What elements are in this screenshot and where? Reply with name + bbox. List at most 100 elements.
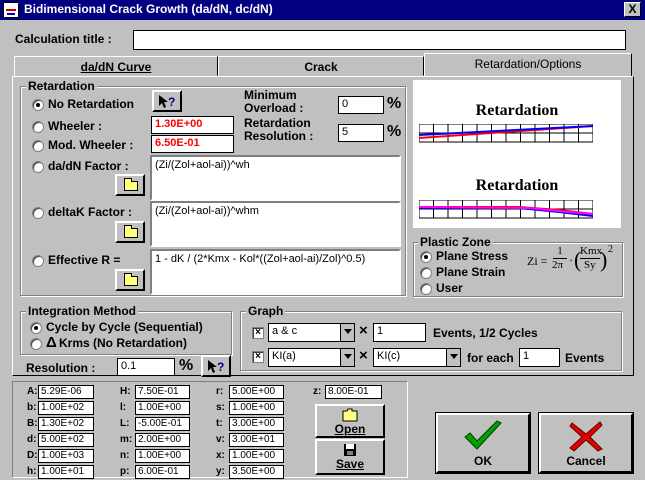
integration-resolution-label: Resolution : xyxy=(26,361,96,375)
delta-symbol: Δ xyxy=(46,334,57,351)
integration-resolution-input[interactable]: 0.1 xyxy=(117,358,175,376)
ok-button[interactable]: OK xyxy=(436,413,530,473)
wheeler-label: Wheeler : xyxy=(48,119,103,133)
preview-1-graph xyxy=(419,124,593,143)
for-each-label: for each xyxy=(467,351,514,365)
chevron-down-icon[interactable] xyxy=(340,349,354,366)
dadn-factor-textarea[interactable]: (Zi/(Zol+aol-ai))^wh xyxy=(150,155,401,201)
user-radio[interactable] xyxy=(420,283,432,295)
folder-icon xyxy=(342,408,358,422)
folder-icon xyxy=(124,225,138,238)
param-value-input[interactable]: 3.00E+01 xyxy=(229,433,284,447)
graph-row2-combo-1[interactable]: KI(a) xyxy=(268,348,355,367)
effective-r-open-button[interactable] xyxy=(115,269,145,291)
deltak-factor-textarea[interactable]: (Zi/(Zol+aol-ai))^whm xyxy=(150,201,401,247)
cancel-button[interactable]: Cancel xyxy=(539,413,633,473)
retardation-resolution-input[interactable]: 5 xyxy=(338,124,384,142)
param-z-value-input[interactable]: 8.00E-01 xyxy=(325,385,382,399)
param-value-input[interactable]: 5.29E-06 xyxy=(38,385,94,399)
effective-r-radio[interactable] xyxy=(32,255,44,267)
param-value-input[interactable]: 5.00E+02 xyxy=(38,433,94,447)
param-name: b: xyxy=(27,402,37,413)
param-value-input[interactable]: 5.00E+00 xyxy=(229,385,284,399)
plane-strain-radio[interactable] xyxy=(420,267,432,279)
graph-row2-combo-2[interactable]: KI(c) xyxy=(373,348,461,367)
calc-title-label: Calculation title : xyxy=(15,32,112,46)
resolution-help-button[interactable]: ? xyxy=(201,355,231,377)
param-value-input[interactable]: 3.00E+00 xyxy=(229,417,284,431)
tab-retardation-options[interactable]: Retardation/Options xyxy=(424,53,632,77)
folder-icon xyxy=(124,178,138,191)
param-name: D: xyxy=(27,450,38,461)
preview-1-title: Retardation xyxy=(475,102,559,119)
param-value-input[interactable]: 1.00E+00 xyxy=(229,449,284,463)
param-value-input[interactable]: 1.00E+00 xyxy=(135,449,190,463)
param-name: z: xyxy=(313,386,322,397)
graph-row1-combo[interactable]: a & c xyxy=(268,323,355,342)
min-overload-input[interactable]: 0 xyxy=(338,96,384,114)
retardation-resolution-percent: % xyxy=(387,123,402,140)
param-value-input[interactable]: 1.00E+03 xyxy=(38,449,94,463)
app-icon xyxy=(3,2,19,18)
param-name: x: xyxy=(216,450,225,461)
graph-row2-checkbox[interactable]: × xyxy=(252,351,264,363)
param-value-input[interactable]: 6.00E-01 xyxy=(135,465,190,479)
param-value-input[interactable]: -5.00E-01 xyxy=(135,417,190,431)
deltak-factor-radio[interactable] xyxy=(32,207,44,219)
param-value-input[interactable]: 1.30E+02 xyxy=(38,417,94,431)
help-pointer-icon: ? xyxy=(159,95,175,109)
param-name: l: xyxy=(120,402,127,413)
param-value-input[interactable]: 1.00E+01 xyxy=(38,465,94,479)
wheeler-value-input[interactable]: 1.30E+00 xyxy=(151,116,234,134)
retardation-preview-panel: Retardation Retardation xyxy=(413,80,621,228)
deltak-factor-open-button[interactable] xyxy=(115,221,145,243)
param-name: s: xyxy=(216,402,225,413)
param-value-input[interactable]: 1.00E+00 xyxy=(229,401,284,415)
dadn-factor-open-button[interactable] xyxy=(115,174,145,196)
calc-title-input[interactable] xyxy=(133,30,626,50)
krms-label: Krms (No Retardation) xyxy=(59,336,188,350)
svg-text:?: ? xyxy=(168,95,175,109)
param-name: v: xyxy=(216,434,225,445)
graph-row1-checkbox[interactable]: × xyxy=(252,327,264,339)
param-value-input[interactable]: 1.00E+00 xyxy=(135,401,190,415)
cycle-by-cycle-label: Cycle by Cycle (Sequential) xyxy=(46,320,203,334)
chevron-down-icon[interactable] xyxy=(446,349,460,366)
effective-r-textarea[interactable]: 1 - dK / (2*Kmx - Kol*((Zol+aol-ai)/Zol)… xyxy=(150,249,401,295)
param-value-input[interactable]: 3.50E+00 xyxy=(229,465,284,479)
help-pointer-button[interactable]: ? xyxy=(152,90,182,112)
plastic-zone-formula: Zi = 1 2π · ( Kmx Sy ) 2 xyxy=(527,244,613,272)
param-name: p: xyxy=(120,466,130,477)
integration-resolution-percent: % xyxy=(179,357,194,374)
tab-dadn-curve[interactable]: da/dN Curve xyxy=(14,56,218,76)
checkmark-icon xyxy=(464,420,502,450)
effective-r-label: Effective R = xyxy=(48,253,121,267)
param-name: H: xyxy=(120,386,131,397)
no-retardation-label: No Retardation xyxy=(48,97,135,111)
param-name: A: xyxy=(27,386,38,397)
param-name: h: xyxy=(27,466,37,477)
chevron-down-icon[interactable] xyxy=(340,324,354,341)
graph-row2-events-input[interactable]: 1 xyxy=(519,348,560,367)
mod-wheeler-value-input[interactable]: 6.50E-01 xyxy=(151,135,234,153)
param-value-input[interactable]: 7.50E-01 xyxy=(135,385,190,399)
save-button[interactable]: Save xyxy=(315,439,385,475)
param-name: B: xyxy=(27,418,38,429)
folder-icon xyxy=(124,273,138,286)
tab-crack[interactable]: Crack xyxy=(218,56,424,76)
param-name: t: xyxy=(216,418,223,429)
param-value-input[interactable]: 2.00E+00 xyxy=(135,433,190,447)
close-button[interactable]: X xyxy=(624,2,641,17)
open-button[interactable]: Open xyxy=(315,404,385,438)
graph-row1-events-input[interactable]: 1 xyxy=(373,323,426,342)
wheeler-radio[interactable] xyxy=(32,121,44,133)
krms-radio[interactable] xyxy=(30,338,42,350)
no-retardation-radio[interactable] xyxy=(32,99,44,111)
plane-stress-radio[interactable] xyxy=(420,251,432,263)
floppy-disk-icon xyxy=(344,444,356,456)
integration-method-group-label: Integration Method xyxy=(26,304,138,318)
dadn-factor-radio[interactable] xyxy=(32,161,44,173)
cycle-by-cycle-radio[interactable] xyxy=(30,322,42,334)
param-value-input[interactable]: 1.00E+02 xyxy=(38,401,94,415)
mod-wheeler-radio[interactable] xyxy=(32,140,44,152)
